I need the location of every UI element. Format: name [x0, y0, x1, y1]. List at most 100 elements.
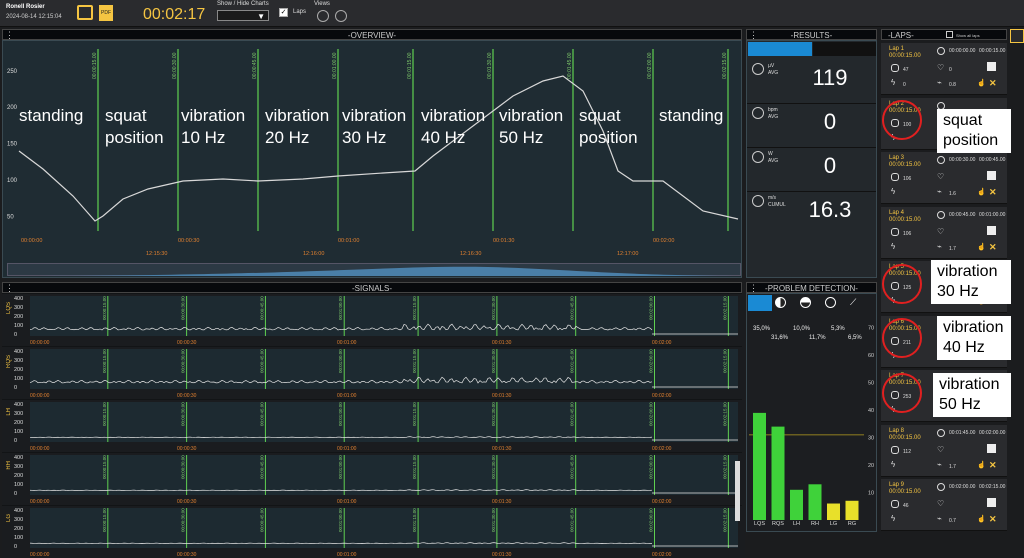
lap-end: 00:02:00.00	[979, 429, 1006, 436]
stopwatch-icon	[937, 47, 945, 55]
note-icon[interactable]	[987, 62, 996, 71]
signal-x-tick: 00:00:00	[30, 393, 50, 399]
signal-plot: 400 300 200 100 0 00:00:15.00 00:00:30.00 00:00…	[14, 296, 738, 346]
bar-label: RH	[811, 521, 819, 527]
lap-name: Lap 8	[889, 427, 905, 434]
signal-marker-label: 00:01:00.00	[338, 508, 343, 532]
delete-icon[interactable]: ✕	[989, 514, 997, 525]
signal-x-tick: 00:01:30	[492, 340, 512, 346]
lap-callout: squat position	[937, 109, 1011, 153]
delete-icon[interactable]: ✕	[989, 460, 997, 471]
menu-dots-icon[interactable]: ⋮	[5, 30, 14, 40]
signal-row[interactable]: LG 400 300 200 100 0 00:00:15.00 00:00:30.00 00:…	[2, 506, 745, 558]
laps-edit-icon[interactable]	[1010, 29, 1024, 43]
bar-label: LH	[793, 521, 800, 527]
signal-marker-label: 00:02:15.00	[722, 455, 727, 479]
signal-row[interactable]: LQS 400 300 200 100 0 00:00:15.00 00:00:30.00 00…	[2, 294, 745, 346]
view-b-icon[interactable]	[335, 10, 347, 22]
problem-title: -PROBLEM DETECTION-	[765, 284, 858, 293]
menu-dots-icon[interactable]: ⋮	[749, 283, 758, 293]
speed-icon: ⌁	[937, 459, 942, 469]
tab-results-alt[interactable]	[813, 42, 876, 56]
bolt-icon: ϟ	[891, 187, 896, 196]
menu-dots-icon[interactable]: ⋮	[749, 30, 758, 40]
x-tick-bottom: 12:16:00	[303, 251, 324, 257]
thumb-icon[interactable]: ☝	[977, 79, 986, 87]
note-icon[interactable]	[987, 171, 996, 180]
signal-marker-label: 00:01:15.00	[412, 508, 417, 532]
signal-x-tick: 00:02:00	[652, 499, 672, 505]
signal-x-tick: 00:00:30	[177, 446, 197, 452]
signal-row[interactable]: RH 400 300 200 100 0 00:00:15.00 00:00:30.00 00:…	[2, 453, 745, 505]
signal-marker-label: 00:01:30.00	[491, 508, 496, 532]
signal-x-tick: 00:01:30	[492, 499, 512, 505]
signal-y-tick: 400	[14, 455, 23, 461]
signal-marker-label: 00:00:15.00	[102, 508, 107, 532]
delete-icon[interactable]: ✕	[989, 78, 997, 89]
lap-value-1: 106	[903, 176, 912, 182]
show-all-checkbox[interactable]	[946, 31, 953, 38]
metric-value: 0	[823, 109, 837, 134]
thumb-icon[interactable]: ☝	[977, 243, 986, 251]
note-icon[interactable]	[987, 498, 996, 507]
signal-y-tick: 100	[14, 482, 23, 488]
lap-marker-label: 00:01:00.00	[332, 52, 338, 79]
x-tick-top: 00:00:00	[21, 238, 42, 244]
lap-value-1: 112	[903, 448, 911, 455]
overview-scrollbar[interactable]	[7, 263, 742, 276]
thumb-icon[interactable]: ☝	[977, 515, 986, 523]
signal-x-tick: 00:01:30	[492, 446, 512, 452]
metric-agg: AVG	[768, 158, 779, 164]
lap-duration: 00:00:15.00	[889, 489, 921, 495]
phase-annotation: standing	[19, 106, 84, 125]
lap-end: 00:01:00.00	[979, 211, 1006, 218]
signal-y-tick: 400	[14, 402, 23, 408]
signal-y-tick: 0	[14, 491, 17, 497]
bar-rqs	[771, 426, 785, 520]
signal-marker-label: 00:01:45.00	[570, 402, 575, 426]
lap-card[interactable]: Lap 1 00:00:15.00 00:00:00.00 00:00:15.00 47…	[881, 43, 1007, 95]
signal-x-tick: 00:02:00	[652, 340, 672, 346]
signal-y-tick: 0	[14, 544, 17, 550]
signals-scrollbar[interactable]	[735, 461, 740, 521]
signal-plot-bg	[30, 296, 738, 336]
overview-chart[interactable]: 250 200 150 100 50 00:00:15.00 00:00:30.00 00:0…	[2, 40, 742, 278]
lap-marker-label: 00:02:00.00	[647, 52, 653, 79]
lap-card[interactable]: Lap 8 00:00:15.00 00:01:45.00 00:02:00.00 11…	[881, 424, 1007, 477]
signal-marker-label: 00:00:45.00	[259, 402, 264, 426]
signal-row[interactable]: LH 400 300 200 100 0 00:00:15.00 00:00:30.00 00:…	[2, 400, 745, 452]
thumb-icon[interactable]: ☝	[977, 188, 986, 196]
highlight-circle	[882, 264, 922, 304]
delete-icon[interactable]: ✕	[989, 242, 997, 253]
bolt-icon: ϟ	[891, 241, 896, 251]
lap-card[interactable]: Lap 9 00:00:15.00 00:02:00.00 00:02:15.00 46…	[881, 479, 1007, 531]
signal-marker-label: 00:01:00.00	[338, 349, 343, 373]
lap-card[interactable]: Lap 3 00:00:15.00 00:00:30.00 00:00:45.00 10…	[881, 152, 1007, 204]
menu-dots-icon[interactable]: ⋮	[5, 283, 14, 293]
signal-marker-label: 00:02:15.00	[722, 508, 727, 532]
emg-icon	[891, 500, 899, 508]
problem-panel: ⟋ 35,0% 10,0% 5,3% 31,6% 11,7% 6,5% 70 60…	[746, 293, 877, 532]
scroll-area-shape	[8, 266, 742, 276]
x-tick-top: 00:01:30	[493, 238, 514, 244]
thumb-icon[interactable]: ☝	[977, 461, 986, 469]
note-icon[interactable]	[987, 443, 996, 453]
delete-icon[interactable]: ✕	[989, 187, 997, 198]
session-datetime: 2024-08-14 12:15:04	[6, 14, 62, 20]
view-a-icon[interactable]	[317, 10, 329, 22]
tab-results-doc[interactable]	[748, 42, 812, 56]
edit-icon[interactable]	[77, 5, 93, 20]
signal-marker-label: 00:00:45.00	[259, 296, 264, 320]
signal-row[interactable]: RQS 400 300 200 100 0 00:00:15.00 00:00:30.00 00…	[2, 347, 745, 399]
signal-x-tick: 00:01:00	[337, 446, 357, 452]
signal-x-tick: 00:00:00	[30, 552, 50, 558]
pdf-icon[interactable]: PDF	[99, 5, 113, 21]
laps-checkbox[interactable]: ✓	[279, 8, 288, 17]
lap-card[interactable]: Lap 4 00:00:15.00 00:00:45.00 00:01:00.00 10…	[881, 206, 1007, 259]
metric-icon	[752, 63, 764, 75]
signal-marker-label: 00:01:45.00	[570, 508, 575, 532]
signal-y-tick: 100	[14, 535, 23, 541]
charts-select[interactable]: ▼	[217, 10, 269, 21]
note-icon[interactable]	[987, 225, 996, 235]
y-tick-label: 50	[7, 214, 14, 220]
